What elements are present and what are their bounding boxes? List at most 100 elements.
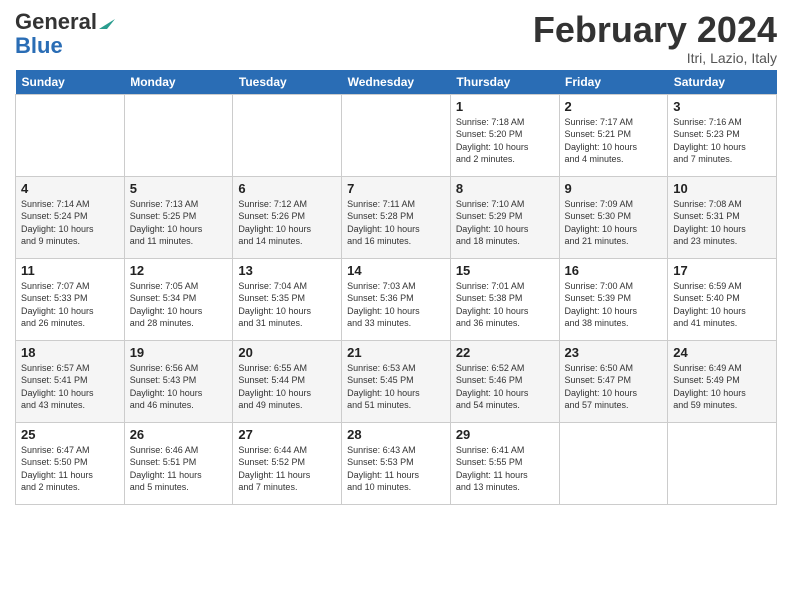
table-row: 12 Sunrise: 7:05 AM Sunset: 5:34 PM Dayli…	[124, 258, 233, 340]
col-thursday: Thursday	[450, 70, 559, 95]
table-row: 11 Sunrise: 7:07 AM Sunset: 5:33 PM Dayli…	[16, 258, 125, 340]
table-row: 13 Sunrise: 7:04 AM Sunset: 5:35 PM Dayli…	[233, 258, 342, 340]
calendar-week-row: 25Sunrise: 6:47 AM Sunset: 5:50 PM Dayli…	[16, 422, 777, 504]
day-number: 26	[130, 427, 228, 442]
day-info: Sunrise: 6:46 AM Sunset: 5:51 PM Dayligh…	[130, 444, 228, 494]
table-row: 18Sunrise: 6:57 AM Sunset: 5:41 PM Dayli…	[16, 340, 125, 422]
calendar-week-row: 18Sunrise: 6:57 AM Sunset: 5:41 PM Dayli…	[16, 340, 777, 422]
table-row: 14Sunrise: 7:03 AM Sunset: 5:36 PM Dayli…	[342, 258, 451, 340]
day-info: Sunrise: 7:12 AM Sunset: 5:26 PM Dayligh…	[238, 198, 336, 248]
logo-bird-icon	[99, 11, 115, 29]
day-info: Sunrise: 6:56 AM Sunset: 5:43 PM Dayligh…	[130, 362, 228, 412]
day-number: 15	[456, 263, 554, 278]
table-row: 24Sunrise: 6:49 AM Sunset: 5:49 PM Dayli…	[668, 340, 777, 422]
table-row: 26 Sunrise: 6:46 AM Sunset: 5:51 PM Dayli…	[124, 422, 233, 504]
table-row: 1 Sunrise: 7:18 AM Sunset: 5:20 PM Daylig…	[450, 94, 559, 176]
day-info: Sunrise: 6:41 AM Sunset: 5:55 PM Dayligh…	[456, 444, 554, 494]
col-saturday: Saturday	[668, 70, 777, 95]
day-number: 17	[673, 263, 771, 278]
table-row: 7 Sunrise: 7:11 AM Sunset: 5:28 PM Daylig…	[342, 176, 451, 258]
day-number: 13	[238, 263, 336, 278]
day-info: Sunrise: 6:53 AM Sunset: 5:45 PM Dayligh…	[347, 362, 445, 412]
table-row: 3 Sunrise: 7:16 AM Sunset: 5:23 PM Daylig…	[668, 94, 777, 176]
table-row: 10 Sunrise: 7:08 AM Sunset: 5:31 PM Dayli…	[668, 176, 777, 258]
day-info: Sunrise: 7:09 AM Sunset: 5:30 PM Dayligh…	[565, 198, 663, 248]
day-number: 1	[456, 99, 554, 114]
table-row: 2 Sunrise: 7:17 AM Sunset: 5:21 PM Daylig…	[559, 94, 668, 176]
table-row: 22 Sunrise: 6:52 AM Sunset: 5:46 PM Dayli…	[450, 340, 559, 422]
day-number: 7	[347, 181, 445, 196]
calendar-week-row: 4Sunrise: 7:14 AM Sunset: 5:24 PM Daylig…	[16, 176, 777, 258]
table-row: 27 Sunrise: 6:44 AM Sunset: 5:52 PM Dayli…	[233, 422, 342, 504]
table-row: 19 Sunrise: 6:56 AM Sunset: 5:43 PM Dayli…	[124, 340, 233, 422]
table-row	[668, 422, 777, 504]
day-info: Sunrise: 7:16 AM Sunset: 5:23 PM Dayligh…	[673, 116, 771, 166]
day-number: 22	[456, 345, 554, 360]
day-number: 10	[673, 181, 771, 196]
day-info: Sunrise: 7:04 AM Sunset: 5:35 PM Dayligh…	[238, 280, 336, 330]
day-info: Sunrise: 7:08 AM Sunset: 5:31 PM Dayligh…	[673, 198, 771, 248]
table-row	[16, 94, 125, 176]
col-friday: Friday	[559, 70, 668, 95]
day-info: Sunrise: 6:43 AM Sunset: 5:53 PM Dayligh…	[347, 444, 445, 494]
table-row: 23Sunrise: 6:50 AM Sunset: 5:47 PM Dayli…	[559, 340, 668, 422]
col-monday: Monday	[124, 70, 233, 95]
day-info: Sunrise: 7:05 AM Sunset: 5:34 PM Dayligh…	[130, 280, 228, 330]
col-tuesday: Tuesday	[233, 70, 342, 95]
table-row: 8Sunrise: 7:10 AM Sunset: 5:29 PM Daylig…	[450, 176, 559, 258]
table-row: 29 Sunrise: 6:41 AM Sunset: 5:55 PM Dayli…	[450, 422, 559, 504]
day-info: Sunrise: 6:44 AM Sunset: 5:52 PM Dayligh…	[238, 444, 336, 494]
location: Itri, Lazio, Italy	[533, 50, 777, 66]
table-row: 5 Sunrise: 7:13 AM Sunset: 5:25 PM Daylig…	[124, 176, 233, 258]
col-wednesday: Wednesday	[342, 70, 451, 95]
month-title: February 2024	[533, 10, 777, 50]
table-row: 20 Sunrise: 6:55 AM Sunset: 5:44 PM Dayli…	[233, 340, 342, 422]
table-row: 21 Sunrise: 6:53 AM Sunset: 5:45 PM Dayli…	[342, 340, 451, 422]
table-row	[559, 422, 668, 504]
day-number: 5	[130, 181, 228, 196]
calendar-week-row: 1 Sunrise: 7:18 AM Sunset: 5:20 PM Daylig…	[16, 94, 777, 176]
day-info: Sunrise: 7:03 AM Sunset: 5:36 PM Dayligh…	[347, 280, 445, 330]
day-info: Sunrise: 6:47 AM Sunset: 5:50 PM Dayligh…	[21, 444, 119, 494]
day-number: 2	[565, 99, 663, 114]
day-number: 3	[673, 99, 771, 114]
table-row	[233, 94, 342, 176]
logo: General Blue	[15, 10, 115, 58]
calendar-week-row: 11 Sunrise: 7:07 AM Sunset: 5:33 PM Dayli…	[16, 258, 777, 340]
table-row: 4Sunrise: 7:14 AM Sunset: 5:24 PM Daylig…	[16, 176, 125, 258]
day-info: Sunrise: 6:55 AM Sunset: 5:44 PM Dayligh…	[238, 362, 336, 412]
day-info: Sunrise: 7:18 AM Sunset: 5:20 PM Dayligh…	[456, 116, 554, 166]
day-info: Sunrise: 7:17 AM Sunset: 5:21 PM Dayligh…	[565, 116, 663, 166]
table-row: 16 Sunrise: 7:00 AM Sunset: 5:39 PM Dayli…	[559, 258, 668, 340]
table-row: 9 Sunrise: 7:09 AM Sunset: 5:30 PM Daylig…	[559, 176, 668, 258]
table-row: 17Sunrise: 6:59 AM Sunset: 5:40 PM Dayli…	[668, 258, 777, 340]
calendar-header-row: Sunday Monday Tuesday Wednesday Thursday…	[16, 70, 777, 95]
table-row	[342, 94, 451, 176]
table-row	[124, 94, 233, 176]
day-info: Sunrise: 6:57 AM Sunset: 5:41 PM Dayligh…	[21, 362, 119, 412]
day-info: Sunrise: 7:11 AM Sunset: 5:28 PM Dayligh…	[347, 198, 445, 248]
day-number: 16	[565, 263, 663, 278]
day-number: 21	[347, 345, 445, 360]
day-info: Sunrise: 6:50 AM Sunset: 5:47 PM Dayligh…	[565, 362, 663, 412]
day-number: 29	[456, 427, 554, 442]
day-number: 19	[130, 345, 228, 360]
page-container: General Blue February 2024 Itri, Lazio, …	[0, 0, 792, 510]
day-info: Sunrise: 7:01 AM Sunset: 5:38 PM Dayligh…	[456, 280, 554, 330]
day-info: Sunrise: 7:14 AM Sunset: 5:24 PM Dayligh…	[21, 198, 119, 248]
day-number: 11	[21, 263, 119, 278]
day-number: 20	[238, 345, 336, 360]
logo-text-general: General	[15, 10, 97, 34]
day-info: Sunrise: 7:07 AM Sunset: 5:33 PM Dayligh…	[21, 280, 119, 330]
day-number: 9	[565, 181, 663, 196]
logo-text-blue: Blue	[15, 34, 63, 58]
day-info: Sunrise: 6:52 AM Sunset: 5:46 PM Dayligh…	[456, 362, 554, 412]
day-number: 12	[130, 263, 228, 278]
day-info: Sunrise: 7:00 AM Sunset: 5:39 PM Dayligh…	[565, 280, 663, 330]
day-number: 27	[238, 427, 336, 442]
table-row: 15 Sunrise: 7:01 AM Sunset: 5:38 PM Dayli…	[450, 258, 559, 340]
day-number: 24	[673, 345, 771, 360]
table-row: 28Sunrise: 6:43 AM Sunset: 5:53 PM Dayli…	[342, 422, 451, 504]
calendar-table: Sunday Monday Tuesday Wednesday Thursday…	[15, 70, 777, 505]
day-info: Sunrise: 7:13 AM Sunset: 5:25 PM Dayligh…	[130, 198, 228, 248]
